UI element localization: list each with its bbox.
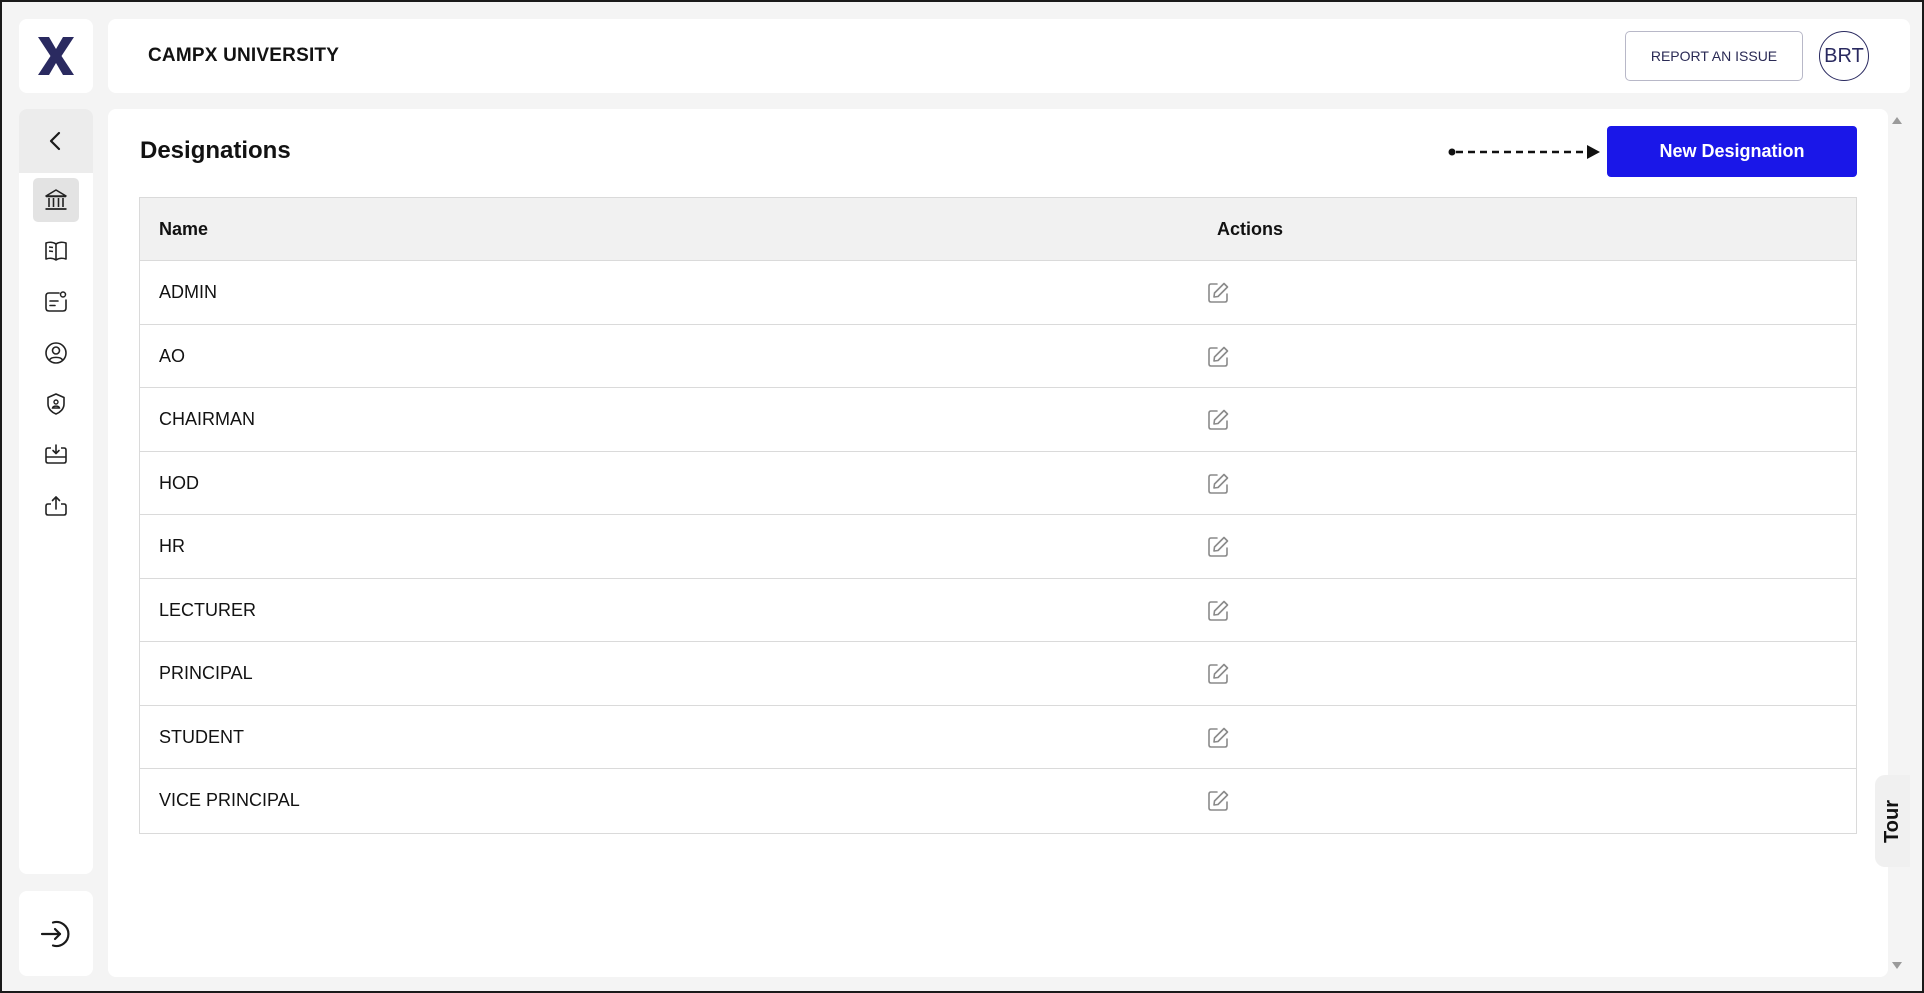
inbox-download-icon [45, 444, 67, 464]
table-row: STUDENT [140, 706, 1856, 769]
collapse-sidebar-button[interactable] [19, 109, 93, 173]
sidebar-item-uploads[interactable] [33, 484, 79, 528]
edit-designation-button[interactable] [1205, 471, 1231, 497]
sidebar-item-courses[interactable] [33, 229, 79, 273]
designation-name: STUDENT [159, 726, 244, 747]
column-header-name: Name [159, 219, 209, 239]
scroll-down-arrow[interactable] [1892, 962, 1902, 969]
table-header: Name Actions [140, 198, 1856, 261]
book-icon [45, 241, 67, 261]
main-content: Designations New Designation Name Action… [108, 109, 1888, 977]
table-row: ADMIN [140, 261, 1856, 325]
user-circle-icon [45, 342, 67, 364]
table-row: PRINCIPAL [140, 642, 1856, 706]
edit-icon [1208, 600, 1229, 621]
designation-name: LECTURER [159, 599, 257, 620]
new-designation-button[interactable]: New Designation [1607, 126, 1857, 177]
institution-icon [45, 189, 67, 210]
designation-name: HR [159, 536, 185, 556]
logout-icon [40, 920, 70, 947]
page-title: Designations [140, 137, 291, 164]
table-row: CHAIRMAN [140, 388, 1856, 452]
designation-name: ADMIN [159, 282, 217, 302]
sidebar-item-institution[interactable] [33, 178, 79, 222]
edit-designation-button[interactable] [1205, 661, 1231, 687]
edit-icon [1208, 727, 1229, 748]
edit-designation-button[interactable] [1205, 407, 1231, 433]
sidebar-item-users[interactable] [33, 331, 79, 375]
designation-name: AO [159, 345, 186, 366]
table-row: HR [140, 515, 1856, 579]
edit-icon [1208, 409, 1229, 430]
upload-icon [45, 496, 67, 516]
edit-icon [1208, 282, 1229, 303]
table-row: AO [140, 325, 1856, 388]
tour-label: Tour [1881, 799, 1904, 843]
scroll-up-arrow[interactable] [1892, 117, 1902, 124]
app-logo[interactable] [19, 19, 93, 93]
edit-icon [1208, 473, 1229, 494]
edit-icon [1208, 790, 1229, 811]
user-avatar[interactable]: BRT [1819, 31, 1869, 81]
edit-designation-button[interactable] [1205, 344, 1231, 370]
edit-designation-button[interactable] [1205, 534, 1231, 560]
report-issue-button[interactable]: REPORT AN ISSUE [1625, 31, 1803, 81]
edit-designation-button[interactable] [1205, 598, 1231, 624]
campx-logo-icon [38, 37, 74, 75]
table-row: LECTURER [140, 579, 1856, 642]
table-row: VICE PRINCIPAL [140, 769, 1856, 833]
top-bar: CAMPX UNIVERSITY REPORT AN ISSUE BRT [108, 19, 1910, 93]
designation-name: HOD [159, 472, 199, 493]
edit-icon [1208, 536, 1229, 557]
id-card-icon [45, 291, 67, 312]
sidebar [19, 109, 93, 874]
sidebar-item-roles[interactable] [33, 382, 79, 426]
chevron-left-icon [49, 131, 61, 151]
edit-designation-button[interactable] [1205, 788, 1231, 814]
edit-icon [1208, 346, 1229, 367]
sidebar-item-downloads[interactable] [33, 433, 79, 477]
designation-name: VICE PRINCIPAL [159, 790, 300, 810]
column-header-actions: Actions [1217, 219, 1284, 239]
institution-name: CAMPX UNIVERSITY [148, 45, 340, 66]
designations-table: Name Actions ADMIN AO CHAIRMAN HOD HR LECTURE… [139, 197, 1857, 834]
edit-designation-button[interactable] [1205, 280, 1231, 306]
designation-name: CHAIRMAN [159, 409, 256, 429]
edit-icon [1208, 663, 1229, 684]
logout-button[interactable] [19, 891, 93, 976]
shield-user-icon [47, 393, 65, 415]
edit-designation-button[interactable] [1205, 725, 1231, 751]
tour-button[interactable]: Tour [1875, 775, 1910, 867]
tour-pointer-arrow-icon [1448, 145, 1600, 159]
sidebar-item-id-card[interactable] [33, 280, 79, 324]
table-row: HOD [140, 452, 1856, 515]
designation-name: PRINCIPAL [159, 663, 253, 683]
